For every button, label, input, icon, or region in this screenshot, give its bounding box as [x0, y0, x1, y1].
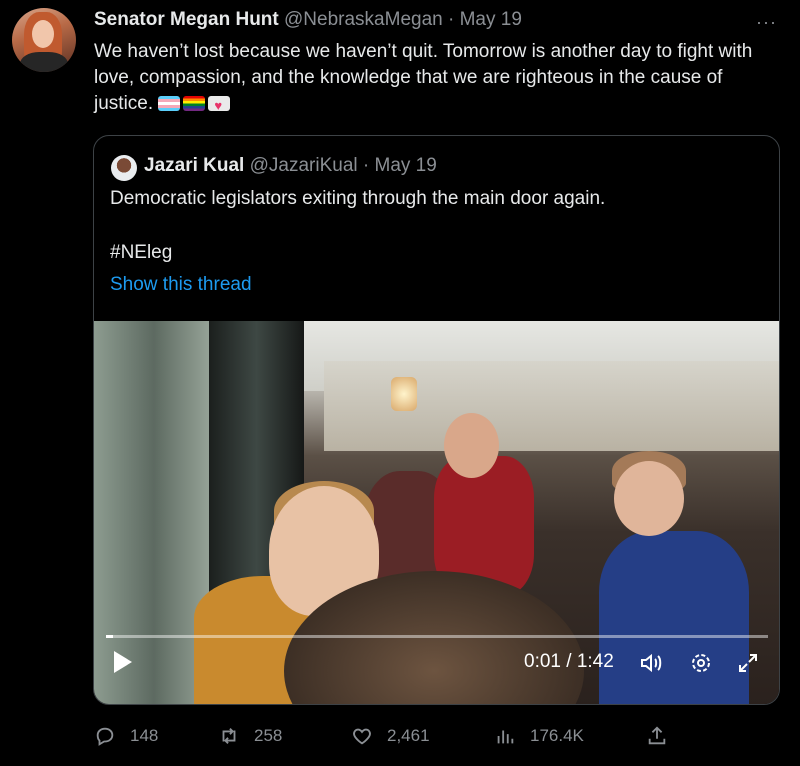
video-progress-bar[interactable] — [106, 635, 768, 638]
reply-count: 148 — [130, 726, 159, 745]
fullscreen-icon[interactable] — [736, 651, 760, 681]
video-frame-lamp — [391, 377, 417, 411]
love-letter-emoji — [208, 93, 231, 119]
video-frame-person — [614, 461, 684, 536]
play-icon[interactable] — [114, 651, 132, 673]
video-time: 0:01 / 1:42 — [524, 651, 614, 672]
quoted-tweet[interactable]: Jazari Kual @JazariKual · May 19 Democra… — [93, 135, 780, 705]
video-player[interactable]: 0:01 / 1:42 — [94, 321, 779, 704]
quote-author-avatar[interactable] — [111, 155, 137, 181]
views-count: 176.4K — [530, 726, 584, 745]
like-count: 2,461 — [387, 726, 430, 745]
volume-icon[interactable] — [639, 651, 663, 681]
header-separator: · — [448, 9, 455, 30]
quote-header: Jazari Kual @JazariKual · May 19 — [144, 155, 437, 177]
views-button[interactable]: 176.4K — [494, 725, 584, 747]
retweet-count: 258 — [254, 726, 283, 745]
tweet-date[interactable]: May 19 — [460, 9, 522, 30]
like-icon — [353, 728, 371, 745]
tweet-header: Senator Megan Hunt @NebraskaMegan · May … — [94, 9, 522, 31]
quote-author-name[interactable]: Jazari Kual — [144, 155, 244, 176]
show-thread-link[interactable]: Show this thread — [110, 274, 252, 296]
video-progress-fill — [106, 635, 113, 638]
settings-icon[interactable] — [689, 651, 713, 681]
rainbow-flag-emoji — [183, 96, 206, 111]
retweet-icon — [222, 728, 236, 744]
video-frame-person — [599, 531, 749, 704]
video-frame-person — [444, 413, 499, 478]
author-avatar[interactable] — [12, 8, 76, 72]
reply-icon — [96, 727, 114, 746]
quote-separator: · — [362, 155, 370, 176]
more-options-icon[interactable]: ··· — [756, 12, 777, 33]
quote-date[interactable]: May 19 — [375, 155, 437, 176]
author-handle[interactable]: @NebraskaMegan — [284, 9, 443, 30]
tweet-actions: 148 258 2,461 176.4K — [94, 725, 734, 753]
tweet-text: We haven’t lost because we haven’t quit.… — [94, 39, 774, 119]
quote-text: Democratic legislators exiting through t… — [110, 188, 606, 209]
share-icon — [648, 726, 666, 745]
like-button[interactable]: 2,461 — [351, 725, 430, 747]
quote-hashtag[interactable]: #NEleg — [110, 242, 172, 264]
reply-button[interactable]: 148 — [94, 725, 158, 747]
author-name[interactable]: Senator Megan Hunt — [94, 9, 279, 30]
transgender-flag-emoji — [158, 96, 181, 111]
views-icon — [497, 730, 514, 744]
share-button[interactable] — [646, 725, 682, 747]
quote-author-handle[interactable]: @JazariKual — [250, 155, 358, 176]
retweet-button[interactable]: 258 — [218, 725, 282, 747]
